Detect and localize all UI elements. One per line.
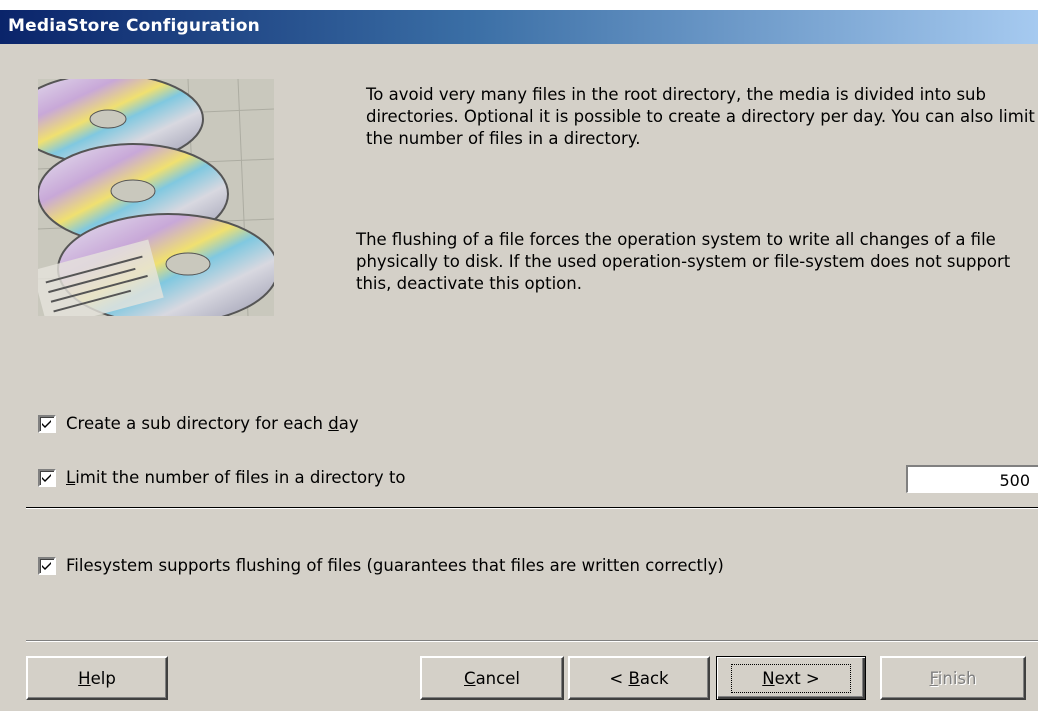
checkbox-checked-icon[interactable] bbox=[38, 556, 56, 575]
button-separator bbox=[26, 640, 1038, 642]
sub-directory-checkbox[interactable]: Create a sub directory for each day bbox=[38, 414, 359, 433]
top-strip bbox=[0, 0, 1038, 10]
title-bar: MediaStore Configuration bbox=[0, 10, 1038, 44]
back-button[interactable]: < Back bbox=[568, 656, 710, 700]
flushing-description: The flushing of a file forces the operat… bbox=[356, 230, 1011, 293]
cd-discs-illustration bbox=[38, 79, 274, 316]
cancel-button[interactable]: Cancel bbox=[420, 656, 564, 700]
flushing-checkbox[interactable]: Filesystem supports flushing of files (g… bbox=[38, 556, 724, 575]
sub-directory-label: Create a sub directory for each day bbox=[66, 414, 359, 433]
help-button[interactable]: Help bbox=[26, 656, 168, 700]
configuration-dialog: MediaStore Configuration To avoid very m… bbox=[0, 0, 1038, 711]
finish-button[interactable]: Finish bbox=[880, 656, 1026, 700]
limit-files-label: Limit the number of files in a directory… bbox=[66, 468, 406, 487]
checkbox-checked-icon[interactable] bbox=[38, 414, 56, 433]
separator bbox=[26, 507, 1038, 509]
next-button[interactable]: Next > bbox=[716, 656, 866, 700]
limit-files-checkbox[interactable]: Limit the number of files in a directory… bbox=[38, 468, 406, 487]
flushing-label: Filesystem supports flushing of files (g… bbox=[66, 556, 724, 575]
checkbox-checked-icon[interactable] bbox=[38, 468, 56, 487]
max-files-input[interactable]: 500 bbox=[906, 465, 1038, 493]
subdirectory-description: To avoid very many files in the root dir… bbox=[366, 85, 1035, 148]
window-title: MediaStore Configuration bbox=[8, 16, 260, 36]
